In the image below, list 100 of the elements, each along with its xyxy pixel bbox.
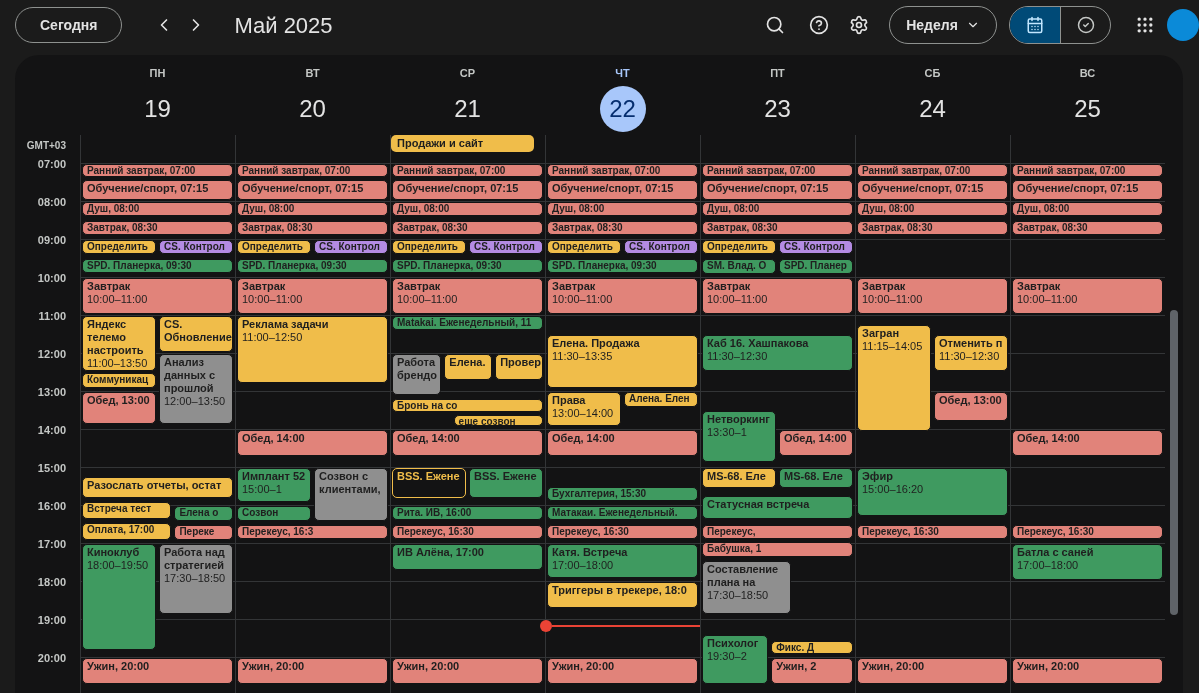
- calendar-event[interactable]: Перекеус, 16:30: [1012, 524, 1163, 539]
- date-number[interactable]: 20: [289, 85, 336, 132]
- event-title: Завтрак, 08:30: [862, 221, 934, 233]
- avatar[interactable]: [1167, 9, 1199, 41]
- calendar-event[interactable]: Бабушка, 1: [702, 542, 853, 557]
- calendar-event[interactable]: Обучение/спорт, 07:15: [392, 179, 543, 200]
- calendar-event[interactable]: Елена.: [444, 353, 493, 381]
- calendar-event[interactable]: еще созвон: [453, 415, 543, 426]
- calendar-event[interactable]: BSS. Ежене: [469, 467, 543, 498]
- calendar-event[interactable]: Составление плана на 17:30–18:50: [702, 560, 792, 614]
- date-number[interactable]: 24: [909, 85, 956, 132]
- calendar-event[interactable]: Перекеус, 16:30: [392, 524, 543, 539]
- calendar-event[interactable]: Киноклуб 18:00–19:50: [82, 543, 156, 650]
- calendar-event[interactable]: Психолог 19:30–2: [702, 634, 769, 685]
- view-toggle-tab[interactable]: [1010, 7, 1060, 43]
- calendar-event[interactable]: Ужин, 2: [771, 657, 853, 685]
- calendar-event[interactable]: Обучение/спорт, 07:15: [1012, 179, 1163, 200]
- calendar-event[interactable]: Перекеус, 16:3: [237, 524, 388, 539]
- calendar-event[interactable]: Обучение/спорт, 07:15: [547, 179, 698, 200]
- calendar-event[interactable]: Завтрак 10:00–11:00: [857, 277, 1008, 314]
- calendar-event[interactable]: Елена. Продажа 11:30–13:35: [547, 334, 698, 388]
- date-number[interactable]: 23: [754, 85, 801, 132]
- calendar-event[interactable]: Обучение/спорт, 07:15: [237, 179, 388, 200]
- calendar-event[interactable]: Завтрак, 08:30: [82, 220, 233, 235]
- calendar-event[interactable]: Ужин, 20:00: [82, 657, 233, 685]
- calendar-event[interactable]: Завтрак, 08:30: [1012, 220, 1163, 235]
- calendar-event[interactable]: Завтрак 10:00–11:00: [237, 277, 388, 314]
- calendar-event[interactable]: ИВ Алёна, 17:00: [392, 543, 543, 571]
- event-title: Душ, 08:00: [862, 202, 916, 214]
- calendar-event[interactable]: BSS. Ежене: [392, 467, 466, 498]
- calendar-event[interactable]: Обед, 13:00: [82, 391, 156, 424]
- date-number[interactable]: 22: [599, 85, 646, 132]
- calendar-event[interactable]: MS-68. Еле: [779, 467, 853, 489]
- calendar-event[interactable]: Нетворкинг 13:30–1: [702, 410, 776, 462]
- calendar-event[interactable]: Завтрак, 08:30: [237, 220, 388, 235]
- calendar-event[interactable]: Реклама задачи 11:00–12:50: [237, 315, 388, 384]
- calendar-event[interactable]: Отменить п 11:30–12:30: [934, 334, 1008, 371]
- calendar-event[interactable]: SPD. Планерка, 09:30: [82, 258, 233, 273]
- calendar-event[interactable]: Обучение/спорт, 07:15: [702, 179, 853, 200]
- calendar-event[interactable]: Обед, 14:00: [392, 429, 543, 457]
- calendar-event[interactable]: Обед, 14:00: [1012, 429, 1163, 457]
- calendar-event[interactable]: Оплата, 17:00: [82, 522, 172, 540]
- calendar-event[interactable]: Эфир 15:00–16:20: [857, 467, 1008, 517]
- calendar-event[interactable]: Обед, 13:00: [934, 391, 1008, 422]
- calendar-event[interactable]: Завтрак, 08:30: [857, 220, 1008, 235]
- calendar-event[interactable]: Обед, 14:00: [237, 429, 388, 457]
- calendar-event[interactable]: Бухгалтерия, 15:30: [547, 486, 698, 501]
- calendar-event[interactable]: Бронь на со: [392, 399, 543, 413]
- calendar-event[interactable]: SM. Влад. О: [702, 258, 776, 274]
- calendar-event[interactable]: Яндекс телемо настроить 11:00–13:50: [82, 315, 156, 371]
- calendar-event[interactable]: Провер: [495, 353, 543, 381]
- calendar-event[interactable]: Перекеус,: [702, 524, 853, 539]
- calendar-event[interactable]: Завтрак, 08:30: [392, 220, 543, 235]
- calendar-event[interactable]: SPD. Планерка, 09:30: [237, 258, 388, 273]
- calendar-event[interactable]: Статусная встреча: [702, 496, 853, 519]
- event-title: Завтрак: [552, 279, 597, 293]
- date-number[interactable]: 21: [444, 85, 491, 132]
- calendar-event[interactable]: SPD. Планерка, 09:30: [547, 258, 698, 273]
- calendar-event[interactable]: Обед, 14:00: [547, 429, 698, 457]
- calendar-event[interactable]: SPD. Планер: [779, 258, 853, 274]
- calendar-event[interactable]: Обучение/спорт, 07:15: [857, 179, 1008, 200]
- date-number[interactable]: 19: [134, 85, 181, 132]
- calendar-event[interactable]: Обед, 14:00: [779, 429, 853, 457]
- calendar-event[interactable]: Ужин, 20:00: [857, 657, 1008, 685]
- calendar-event[interactable]: Завтрак 10:00–11:00: [1012, 277, 1163, 314]
- calendar-event[interactable]: SPD. Планерка, 09:30: [392, 258, 543, 273]
- all-day-event[interactable]: Продажи и сайт: [391, 135, 534, 152]
- scrollbar-thumb[interactable]: [1170, 310, 1178, 615]
- calendar-event[interactable]: Коммуникац: [82, 373, 156, 388]
- calendar-event[interactable]: MS-68. Еле: [702, 467, 776, 489]
- calendar-event[interactable]: Ужин, 20:00: [1012, 657, 1163, 685]
- calendar-event[interactable]: Триггеры в трекере, 18:0: [547, 581, 698, 609]
- calendar-event[interactable]: Завтрак, 08:30: [702, 220, 853, 235]
- calendar-event[interactable]: Обучение/спорт, 07:15: [82, 179, 233, 200]
- date-number[interactable]: 25: [1064, 85, 1111, 132]
- calendar-event[interactable]: CS. Обновление: [159, 315, 233, 352]
- calendar-event[interactable]: Созвон с клиентами,: [314, 467, 388, 521]
- calendar-event[interactable]: Работа брендо: [392, 353, 442, 396]
- calendar-event[interactable]: Каб 16. Хашпакова 11:30–12:30: [702, 334, 853, 371]
- calendar-event[interactable]: Анализ данных с прошлой 12:00–13:50: [159, 353, 233, 424]
- calendar-event[interactable]: Завтрак 10:00–11:00: [547, 277, 698, 314]
- calendar-event[interactable]: Права 13:00–14:00: [547, 391, 621, 426]
- calendar-event[interactable]: Имплант 52 15:00–1: [237, 467, 311, 502]
- calendar-event[interactable]: Перекеус, 16:30: [547, 524, 698, 539]
- calendar-event[interactable]: Загран 11:15–14:05: [857, 325, 931, 431]
- calendar-event[interactable]: Работа над стратегией 17:30–18:50: [159, 543, 233, 614]
- calendar-event[interactable]: Ужин, 20:00: [392, 657, 543, 685]
- calendar-event[interactable]: Встреча тест: [82, 501, 172, 519]
- calendar-event[interactable]: Переке: [174, 524, 233, 540]
- calendar-event[interactable]: Ужин, 20:00: [237, 657, 388, 685]
- calendar-event[interactable]: Перекеус, 16:30: [857, 524, 1008, 539]
- calendar-event[interactable]: Завтрак 10:00–11:00: [82, 277, 233, 314]
- calendar-event[interactable]: Разослать отчеты, остат: [82, 477, 233, 498]
- calendar-event[interactable]: Батла с саней 17:00–18:00: [1012, 543, 1163, 580]
- calendar-event[interactable]: Завтрак 10:00–11:00: [702, 277, 853, 314]
- calendar-event[interactable]: Катя. Встреча 17:00–18:00: [547, 543, 698, 578]
- calendar-event[interactable]: Ужин, 20:00: [547, 657, 698, 685]
- calendar-event[interactable]: Завтрак 10:00–11:00: [392, 277, 543, 314]
- calendar-event[interactable]: Завтрак, 08:30: [547, 220, 698, 235]
- calendar-event[interactable]: Фикс. Д: [771, 640, 853, 654]
